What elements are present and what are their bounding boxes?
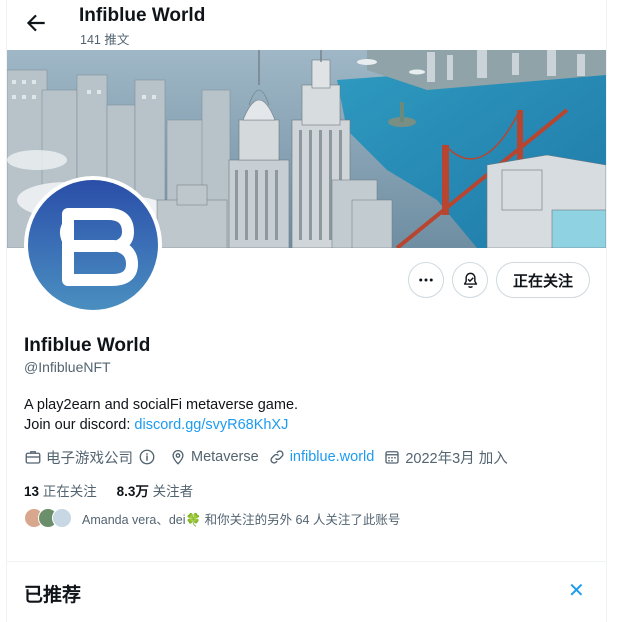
profile-meta-row: 电子游戏公司 Metaverse infiblue.world 2022年3月 … bbox=[24, 446, 517, 468]
back-button[interactable] bbox=[23, 10, 49, 36]
link-icon bbox=[270, 450, 284, 464]
location-label: Metaverse bbox=[191, 449, 259, 465]
header-post-count: 141 推文 bbox=[80, 33, 130, 47]
calendar-icon bbox=[385, 451, 400, 464]
briefcase-icon bbox=[25, 451, 41, 464]
arrow-left-icon bbox=[26, 14, 45, 32]
more-options-button[interactable] bbox=[408, 262, 444, 298]
bio-line-2: Join our discord: discord.gg/svyR68KhXJ bbox=[24, 415, 298, 435]
avatar-image bbox=[28, 180, 158, 310]
profile-column: Infiblue World 141 推文 正在关注 Infiblue Worl… bbox=[6, 0, 607, 622]
following-label: 正在关注 bbox=[39, 484, 97, 499]
profile-handle: @InfiblueNFT bbox=[24, 359, 111, 375]
following-count: 13 bbox=[24, 484, 40, 499]
suggestions-title: 已推荐 bbox=[24, 585, 82, 606]
discord-link[interactable]: discord.gg/svyR68KhXJ bbox=[134, 417, 288, 433]
avatar bbox=[52, 508, 72, 528]
info-icon[interactable] bbox=[138, 448, 156, 466]
bio-discord-prefix: Join our discord: bbox=[24, 417, 135, 433]
followers-count: 8.3万 bbox=[116, 484, 149, 499]
followers-label: 关注者 bbox=[148, 484, 194, 499]
website-link[interactable]: infiblue.world bbox=[290, 449, 375, 465]
more-icon bbox=[419, 278, 433, 282]
followers-you-know[interactable]: Amanda vera、dei🍀 和你关注的另外 64 人关注了此账号 bbox=[24, 508, 400, 528]
profile-name: Infiblue World bbox=[24, 335, 151, 356]
close-suggestions-button[interactable]: ✕ bbox=[568, 581, 585, 601]
bio-line-1: A play2earn and socialFi metaverse game. bbox=[24, 397, 299, 413]
profile-avatar[interactable] bbox=[24, 176, 162, 314]
notification-bell-icon bbox=[463, 272, 477, 288]
following-link[interactable]: 13 正在关注 bbox=[24, 484, 97, 499]
website-item: infiblue.world bbox=[268, 448, 375, 466]
category-item: 电子游戏公司 bbox=[24, 447, 160, 468]
follow-counts: 13 正在关注 8.3万 关注者 bbox=[24, 480, 193, 500]
notifications-button[interactable] bbox=[452, 262, 488, 298]
category-label: 电子游戏公司 bbox=[46, 450, 133, 467]
joined-item: 2022年3月 加入 bbox=[383, 447, 508, 468]
joined-label: 2022年3月 加入 bbox=[405, 450, 508, 467]
location-pin-icon bbox=[172, 450, 184, 465]
followers-you-know-text: Amanda vera、dei🍀 和你关注的另外 64 人关注了此账号 bbox=[82, 512, 401, 527]
following-button[interactable]: 正在关注 bbox=[496, 262, 590, 298]
profile-bio: A play2earn and socialFi metaverse game.… bbox=[24, 395, 298, 435]
location-item: Metaverse bbox=[169, 448, 259, 466]
followers-link[interactable]: 8.3万 关注者 bbox=[117, 484, 194, 499]
header-title: Infiblue World bbox=[79, 5, 206, 26]
infiblue-logo-icon bbox=[60, 208, 138, 286]
close-icon: ✕ bbox=[568, 580, 585, 602]
divider bbox=[7, 561, 606, 562]
